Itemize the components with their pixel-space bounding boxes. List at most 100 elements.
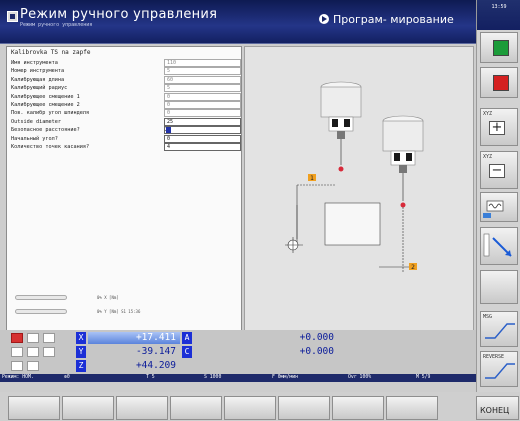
- probe-arrow-icon: [483, 233, 512, 257]
- form-field-input[interactable]: 0: [164, 134, 241, 143]
- axis-label-a: A: [182, 332, 192, 344]
- form-field-label: Калибрующая длина: [11, 76, 65, 83]
- form-field-input[interactable]: 110: [164, 59, 241, 67]
- form-row: Калибрующее смещение 1 0: [9, 92, 241, 101]
- axis-value-c: +0.000: [299, 346, 334, 357]
- form-row: Калибрующий радиус 5: [9, 84, 241, 93]
- form-field-input[interactable]: 25: [164, 117, 241, 126]
- status-indicator: [27, 361, 39, 371]
- calibration-diagram: 1 2: [285, 81, 424, 272]
- vertical-softkey-bar: 13:59 XYZ + XYZ − MSG REVERSE: [476, 0, 520, 421]
- form-field-label: Пов. калибр угол шпинделя: [11, 110, 90, 117]
- form-field-label: Номер инструмента: [11, 68, 65, 75]
- form-field-label: Начальный угол?: [11, 135, 58, 142]
- feed-rate-button[interactable]: [480, 192, 518, 222]
- form-field-input[interactable]: 5: [164, 67, 241, 76]
- horizontal-softkey-bar: КОНЕЦ: [0, 392, 520, 421]
- end-button[interactable]: КОНЕЦ: [476, 396, 519, 420]
- reverse-function-button[interactable]: REVERSE: [480, 351, 518, 387]
- form-field-label: Калибрующее смещение 2: [11, 102, 80, 108]
- status-indicator: [11, 347, 23, 357]
- axis-label-c: C: [182, 346, 192, 358]
- mode-subtitle: Режим ручного управления: [20, 22, 93, 28]
- load-bar-x: [15, 295, 67, 300]
- softkey-1[interactable]: [8, 396, 60, 420]
- help-graphic: 1 2: [244, 46, 474, 332]
- form-row: Номер инструмента 5: [9, 67, 241, 76]
- status-mfunction: M 5/9: [416, 375, 431, 380]
- programming-mode-icon: [319, 14, 329, 24]
- form-row: Безопасное расстояние? 2: [9, 126, 241, 135]
- minus-icon: −: [489, 164, 505, 178]
- form-field-input[interactable]: 4: [164, 143, 241, 151]
- axis-value-y: -39.147: [135, 346, 176, 357]
- form-row: Начальный угол? 0: [9, 134, 241, 143]
- close-icon: [27, 333, 39, 343]
- form-field-input[interactable]: 0: [164, 109, 241, 118]
- header-bar: Режим ручного управления Режим ручного у…: [0, 0, 476, 44]
- load-x-label: 0% X [Nm]: [97, 295, 119, 300]
- probe-head-icon: [382, 115, 424, 208]
- spindle-stop-button[interactable]: [480, 67, 518, 98]
- marker-2-label: 2: [411, 264, 415, 271]
- probe-direction-button[interactable]: [480, 227, 518, 265]
- axis-minus-button[interactable]: XYZ −: [480, 151, 518, 189]
- form-field-label: Калибрующее смещение 1: [11, 93, 80, 100]
- text-cursor: [166, 127, 171, 134]
- end-label: КОНЕЦ: [480, 406, 510, 415]
- axis-label-z: Z: [76, 360, 86, 372]
- softkey-4[interactable]: [170, 396, 222, 420]
- status-indicator: [43, 333, 55, 343]
- softkey-2[interactable]: [62, 396, 114, 420]
- form-row: Калибрующая длина 60: [9, 75, 241, 84]
- form-row: Outside diameter 25: [9, 117, 241, 126]
- form-field-input[interactable]: 5: [164, 84, 241, 93]
- form-field-label: Количество точек касания?: [11, 144, 90, 150]
- green-status-icon: [493, 40, 509, 56]
- xyz-label: XYZ: [483, 111, 493, 117]
- axis-value-z: +44.209: [135, 360, 176, 371]
- softkey-8[interactable]: [386, 396, 438, 420]
- form-field-input[interactable]: 2: [164, 126, 241, 135]
- mode-title: Режим ручного управления: [20, 7, 218, 22]
- error-icon: [11, 333, 23, 343]
- axis-label-x: X: [76, 332, 86, 344]
- form-field-input[interactable]: 0: [164, 101, 241, 109]
- plus-icon: +: [489, 121, 505, 135]
- form-title: Kalibrovka TS na zapfe: [11, 49, 91, 56]
- softkey-3[interactable]: [116, 396, 168, 420]
- softkey-5[interactable]: [224, 396, 276, 420]
- softkey-6[interactable]: [278, 396, 330, 420]
- reverse-label: REVERSE: [483, 354, 505, 360]
- form-field-label: Имя инструмента: [11, 60, 58, 66]
- softkey-7[interactable]: [332, 396, 384, 420]
- msg-function-button[interactable]: MSG: [480, 311, 518, 347]
- axis-value-a: +0.000: [299, 332, 334, 343]
- form-field-label: Калибрующий радиус: [11, 85, 68, 92]
- axis-label-y: Y: [76, 346, 86, 358]
- position-display: X +17.411 Y -39.147 Z +44.209 A +0.000 C…: [0, 330, 476, 382]
- form-row: Пов. калибр угол шпинделя 0: [9, 109, 241, 118]
- form-field-input[interactable]: 60: [164, 75, 241, 84]
- status-indicator: [27, 347, 39, 357]
- calibration-form: Kalibrovka TS na zapfe Имя инструмента 11…: [6, 46, 242, 332]
- status-tool: T 5: [146, 375, 155, 380]
- empty-softkey[interactable]: [480, 270, 518, 304]
- load-bar-y: [15, 309, 67, 314]
- form-field-label: Outside diameter: [11, 118, 61, 125]
- form-field-label: Безопасное расстояние?: [11, 127, 80, 134]
- axis-plus-button[interactable]: XYZ +: [480, 108, 518, 146]
- form-field-input[interactable]: 0: [164, 92, 241, 101]
- status-bar: Режим: НОМ. ⊕0 T 5 S 1000 F 0мм/мин Ovr …: [0, 374, 476, 382]
- clock: 13:59: [477, 0, 520, 30]
- spindle-on-button[interactable]: [480, 32, 518, 63]
- status-indicator: [43, 347, 55, 357]
- status-override: Ovr 100%: [348, 375, 372, 380]
- msg-label: MSG: [483, 314, 493, 320]
- status-datum: ⊕0: [64, 375, 70, 380]
- programming-mode-label[interactable]: Програм- мирование: [333, 13, 454, 26]
- marker-1-label: 1: [310, 175, 314, 182]
- status-spindle: S 1000: [204, 375, 222, 380]
- xyz-label: XYZ: [483, 154, 493, 160]
- wave-icon: [483, 200, 504, 218]
